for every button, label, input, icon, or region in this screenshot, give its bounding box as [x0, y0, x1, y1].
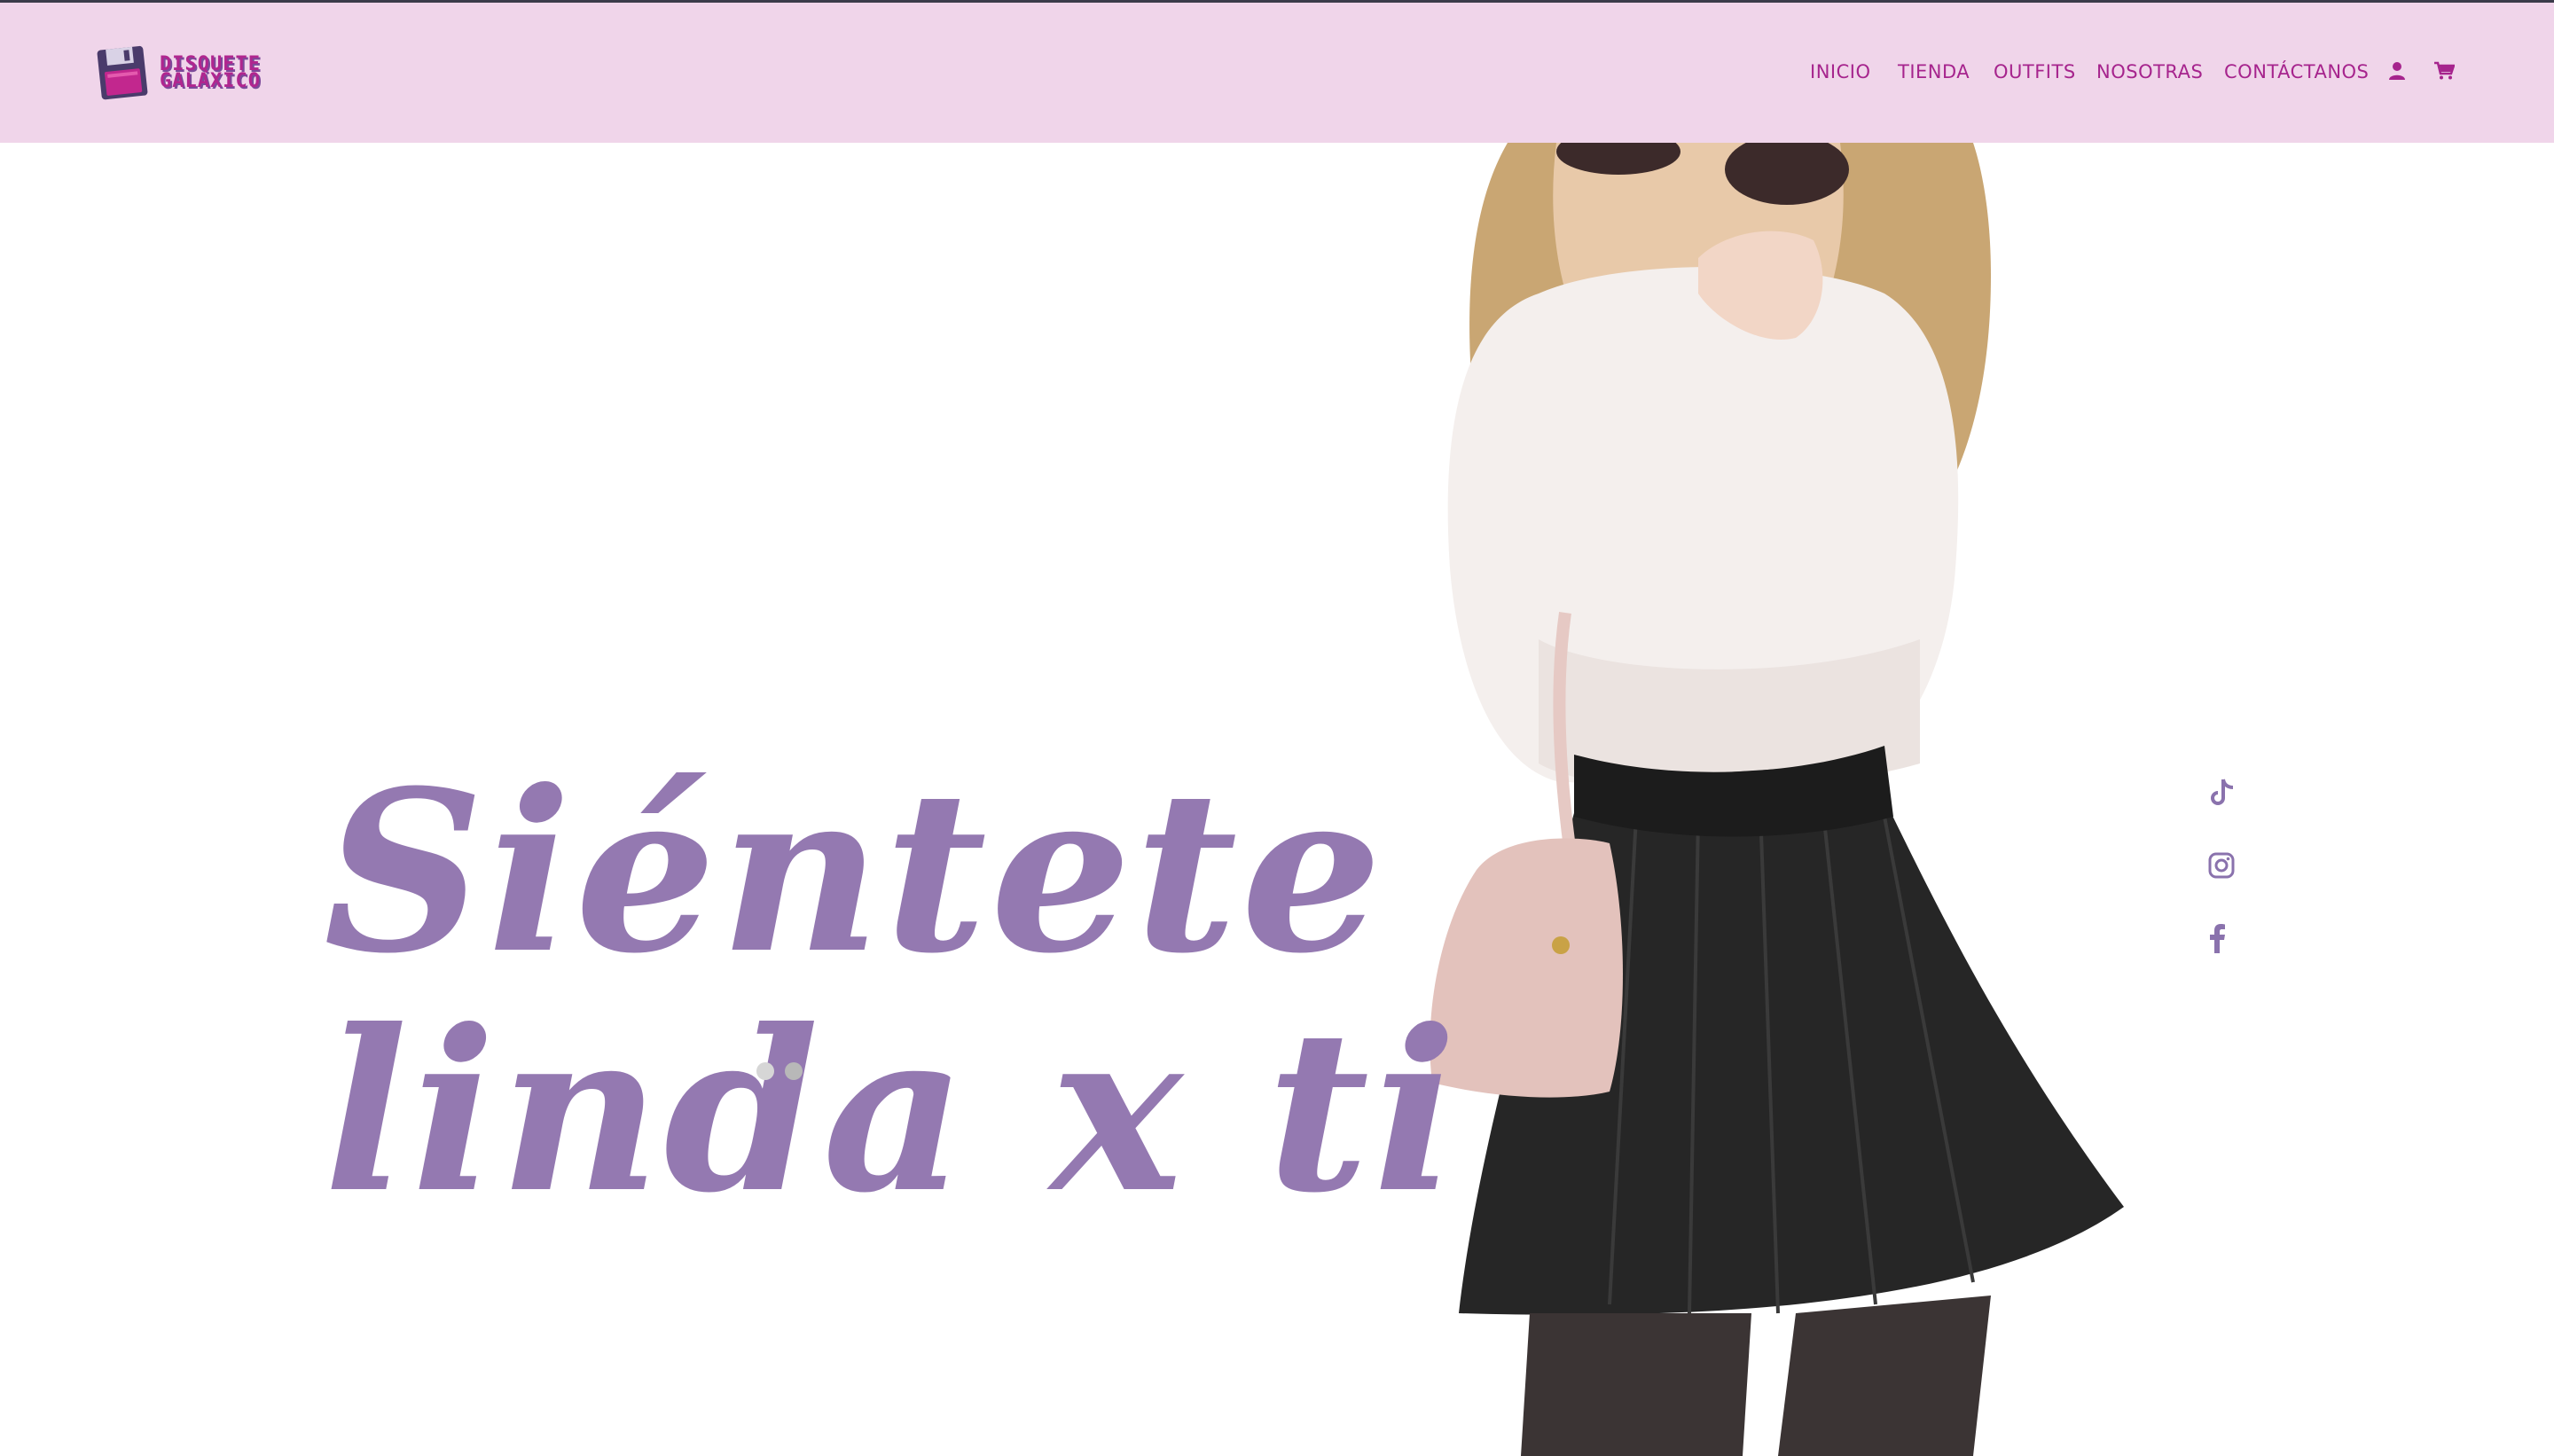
hero-headline-line2: linda x ti: [324, 980, 1461, 1241]
cart-icon[interactable]: [2433, 61, 2456, 85]
nav-outfits[interactable]: OUTFITS: [1994, 61, 2076, 82]
facebook-icon[interactable]: [2208, 923, 2237, 953]
slider-dot-1[interactable]: [756, 1062, 774, 1080]
hero-headline: Siéntete linda x ti: [324, 740, 1461, 1241]
hero-image: [1430, 143, 2124, 1456]
hero-headline-line1: Siéntete: [324, 740, 1386, 1002]
nav-tienda[interactable]: TIENDA: [1898, 61, 1970, 82]
brand-name: DISQUETE GALAXICO: [160, 55, 261, 92]
nav-contactanos[interactable]: CONTÁCTANOS: [2224, 61, 2369, 82]
tiktok-icon[interactable]: [2208, 778, 2237, 806]
brand-name-line2: GALAXICO: [160, 70, 261, 92]
slider-dot-2[interactable]: [785, 1062, 803, 1080]
site-logo[interactable]: DISQUETE GALAXICO: [96, 43, 302, 102]
nav-nosotras[interactable]: NOSOTRAS: [2096, 61, 2203, 82]
site-header: DISQUETE GALAXICO INICIO TIENDA OUTFITS …: [0, 3, 2554, 143]
nav-inicio[interactable]: INICIO: [1810, 61, 1870, 82]
user-icon[interactable]: [2388, 61, 2406, 85]
instagram-icon[interactable]: [2208, 852, 2237, 881]
floppy-disk-icon: [97, 45, 148, 100]
